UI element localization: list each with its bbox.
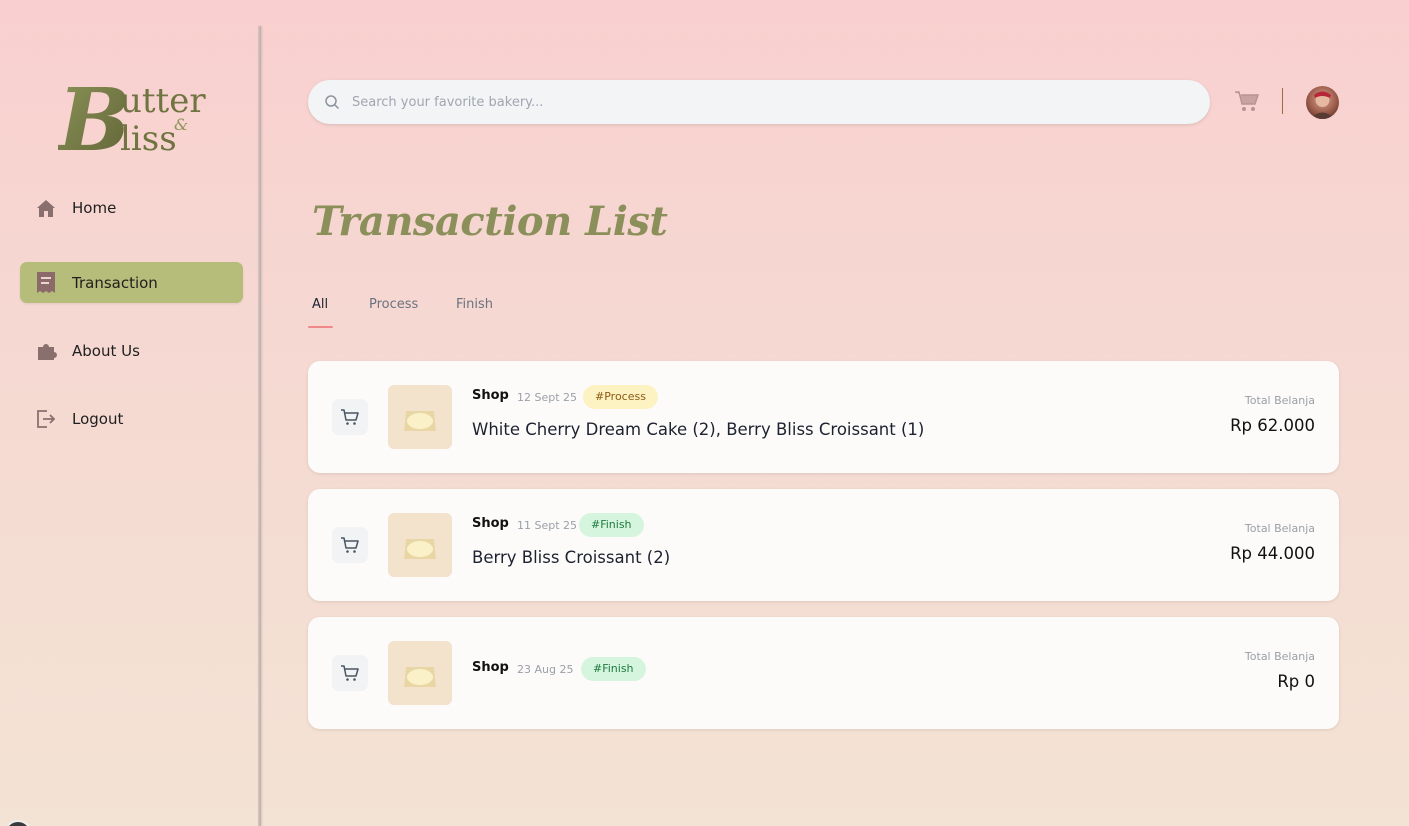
- sidebar-divider: [258, 26, 261, 826]
- transaction-card[interactable]: Shop 11 Sept 25 #Finish Berry Bliss Croi…: [308, 489, 1339, 601]
- svg-text:&: &: [174, 115, 188, 134]
- sidebar-item-label: About Us: [72, 341, 140, 360]
- status-badge: #Finish: [579, 513, 644, 537]
- sidebar-item-logout[interactable]: Logout: [20, 398, 243, 439]
- tab-all[interactable]: All: [312, 297, 328, 312]
- status-badge: #Process: [583, 385, 658, 409]
- total-label: Total Belanja: [1244, 394, 1315, 407]
- search-bar[interactable]: [308, 80, 1210, 124]
- sidebar-item-label: Transaction: [72, 273, 158, 292]
- status-badge: #Finish: [581, 657, 646, 681]
- cart-icon[interactable]: [1234, 89, 1260, 113]
- puzzle-icon: [35, 340, 57, 362]
- transaction-card[interactable]: Shop 23 Aug 25 #Finish Total Belanja Rp …: [308, 617, 1339, 729]
- shop-label: Shop: [472, 388, 509, 403]
- total-label: Total Belanja: [1244, 650, 1315, 663]
- transaction-items: White Cherry Dream Cake (2), Berry Bliss…: [472, 420, 925, 439]
- transaction-items: Berry Bliss Croissant (2): [472, 548, 671, 567]
- transaction-date: 23 Aug 25: [517, 663, 574, 676]
- total-amount: Rp 0: [1277, 672, 1315, 691]
- header-divider: [1282, 88, 1283, 114]
- logout-icon: [35, 408, 57, 430]
- svg-text:liss: liss: [120, 119, 177, 158]
- sidebar-item-transaction[interactable]: Transaction: [20, 262, 243, 303]
- avatar[interactable]: [1306, 86, 1339, 119]
- sidebar-item-label: Home: [72, 198, 117, 217]
- svg-text:utter: utter: [120, 81, 206, 121]
- shop-label: Shop: [472, 660, 509, 675]
- transaction-date: 11 Sept 25: [517, 519, 578, 532]
- transaction-card[interactable]: Shop 12 Sept 25 #Process White Cherry Dr…: [308, 361, 1339, 473]
- total-amount: Rp 44.000: [1230, 544, 1315, 563]
- home-icon: [35, 197, 57, 219]
- total-label: Total Belanja: [1244, 522, 1315, 535]
- sidebar-item-home[interactable]: Home: [20, 187, 243, 228]
- receipt-icon: [35, 271, 57, 294]
- search-icon: [325, 95, 340, 110]
- product-thumbnail: [388, 385, 452, 449]
- shop-label: Shop: [472, 516, 509, 531]
- page-title: Transaction List: [312, 198, 668, 245]
- product-thumbnail: [388, 513, 452, 577]
- search-input[interactable]: [352, 87, 1152, 117]
- transaction-date: 12 Sept 25: [517, 391, 578, 404]
- total-amount: Rp 62.000: [1230, 416, 1315, 435]
- butter-bliss-logo[interactable]: B utter liss &: [55, 70, 208, 171]
- cart-icon[interactable]: [332, 527, 368, 563]
- cart-icon[interactable]: [332, 399, 368, 435]
- active-tab-indicator: [308, 326, 333, 328]
- product-thumbnail: [388, 641, 452, 705]
- sidebar: B utter liss & Home Transaction About Us…: [0, 0, 262, 826]
- cart-icon[interactable]: [332, 655, 368, 691]
- tab-finish[interactable]: Finish: [456, 297, 493, 312]
- tab-process[interactable]: Process: [369, 297, 418, 312]
- sidebar-item-label: Logout: [72, 409, 124, 428]
- sidebar-item-about-us[interactable]: About Us: [20, 330, 243, 371]
